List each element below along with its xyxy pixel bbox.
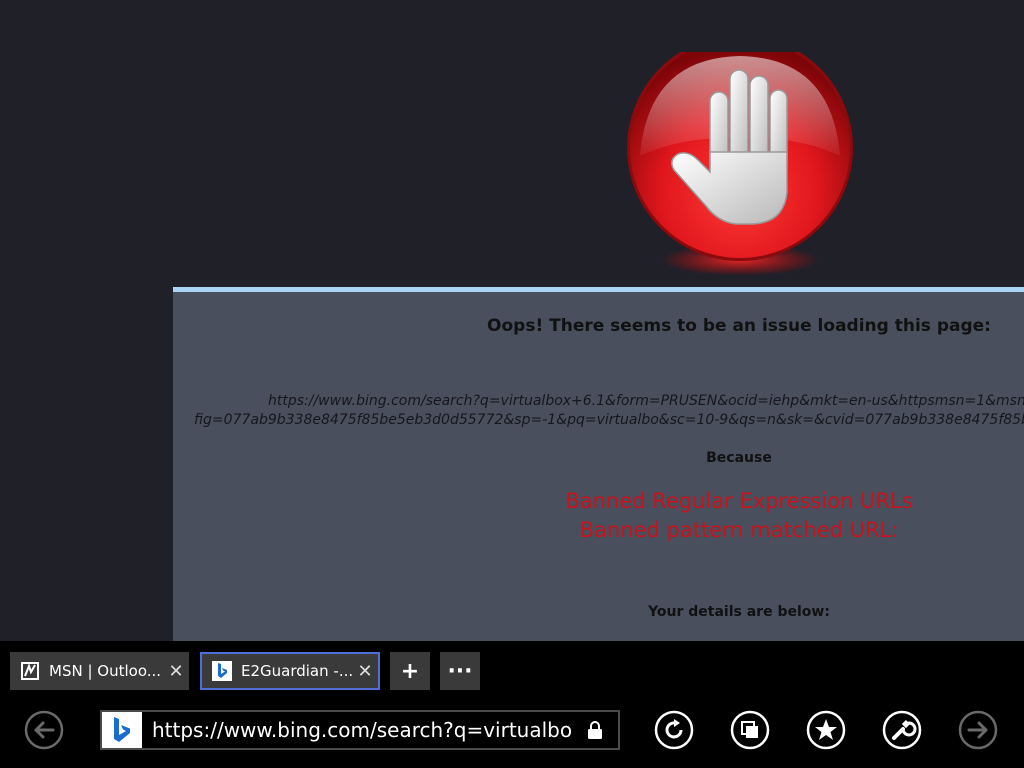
forward-button[interactable]	[958, 710, 998, 750]
bing-icon	[212, 661, 232, 681]
block-reason-line-2: Banned pattern matched URL:	[579, 518, 899, 542]
msn-icon	[21, 662, 39, 680]
stop-hand-icon	[627, 52, 853, 276]
block-message-panel: Oops! There seems to be an issue loading…	[173, 287, 1024, 641]
blocked-url-line-1: https://www.bing.com/search?q=virtualbox…	[268, 393, 1024, 409]
tab-options-button[interactable]: ···	[440, 652, 480, 690]
new-tab-button[interactable]: +	[390, 652, 430, 690]
lock-icon[interactable]	[586, 720, 604, 740]
browser-app-bar: MSN | Outloo... ✕ E2Guardian -... ✕ + ··…	[0, 641, 1024, 768]
refresh-button[interactable]	[654, 710, 694, 750]
tab-title: MSN | Outloo...	[49, 662, 162, 680]
blocked-url-line-2: fig=077ab9b338e8475f85be5eb3d0d55772&sp=…	[194, 412, 1024, 428]
tab-title: E2Guardian -...	[241, 662, 352, 680]
tab-e2guardian[interactable]: E2Guardian -... ✕	[200, 652, 380, 690]
favorites-button[interactable]	[806, 710, 846, 750]
because-label: Because	[706, 450, 772, 466]
block-reason-line-1: Banned Regular Expression URLs	[565, 489, 913, 513]
page-viewport: Oops! There seems to be an issue loading…	[0, 0, 1024, 641]
tab-msn-outlook[interactable]: MSN | Outloo... ✕	[10, 652, 189, 690]
tabs-button[interactable]	[730, 710, 770, 750]
page-title: Oops! There seems to be an issue loading…	[487, 316, 991, 336]
details-label: Your details are below:	[648, 604, 830, 620]
tools-button[interactable]	[882, 710, 922, 750]
address-bar[interactable]: https://www.bing.com/search?q=virtualbox…	[100, 710, 620, 750]
close-icon[interactable]: ✕	[352, 661, 378, 682]
address-input[interactable]: https://www.bing.com/search?q=virtualbox…	[152, 712, 572, 748]
close-icon[interactable]: ✕	[163, 661, 189, 682]
bing-icon	[102, 712, 142, 748]
back-button[interactable]	[24, 710, 64, 750]
